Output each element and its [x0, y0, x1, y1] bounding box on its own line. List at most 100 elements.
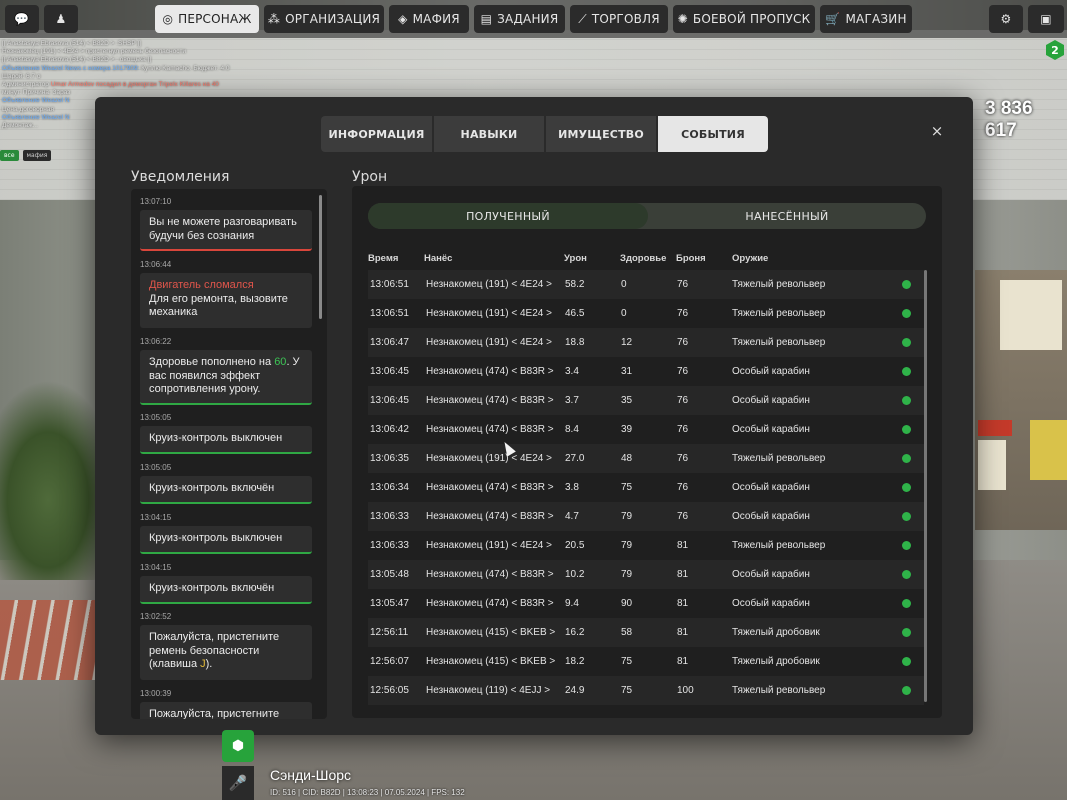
table-row[interactable]: 12:56:07 Незнакомец (415) < BKEB > 18.2 75 8…	[368, 647, 924, 676]
cell-health: 75	[621, 685, 633, 696]
info-dot-icon[interactable]	[902, 541, 911, 550]
table-row[interactable]: 13:06:35 Незнакомец (191) < 4E24 > 27.0 48 7…	[368, 444, 924, 473]
chat-line: Объявление Weazel News с номера 1017909:…	[2, 64, 230, 72]
cell-damage: 3.8	[565, 482, 579, 493]
info-dot-icon[interactable]	[902, 512, 911, 521]
table-row[interactable]: 13:06:34 Незнакомец (474) < B83R > 3.8 75 76…	[368, 473, 924, 502]
notification-text: Для его ремонта, вызовите механика	[149, 292, 288, 319]
nav-label: ОРГАНИЗАЦИЯ	[285, 12, 381, 26]
cell-health: 75	[621, 482, 633, 493]
cell-by: Незнакомец (474) < B83R >	[426, 424, 554, 435]
extra-window-button[interactable]: ▣	[1028, 5, 1064, 33]
info-dot-icon[interactable]	[902, 628, 911, 637]
cell-health: 58	[621, 627, 633, 638]
cell-damage: 58.2	[565, 279, 585, 290]
nav-shop-button[interactable]: 🛒 МАГАЗИН	[820, 5, 912, 33]
cell-damage: 3.4	[565, 366, 579, 377]
damage-table-scrollbar[interactable]	[924, 270, 927, 702]
cell-time: 13:05:48	[370, 569, 409, 580]
notifications-title: Уведомления	[131, 169, 230, 185]
cell-time: 12:56:11	[370, 627, 409, 638]
table-row[interactable]: 13:06:33 Незнакомец (191) < 4E24 > 20.5 79 8…	[368, 531, 924, 560]
tab-information[interactable]: ИНФОРМАЦИЯ	[321, 116, 432, 152]
top-navigation-bar: 💬 ♟ ◎ ПЕРСОНАЖ ⁂ ОРГАНИЗАЦИЯ ◈ МАФИЯ ▤ З…	[0, 0, 1067, 38]
cell-damage: 4.7	[565, 511, 579, 522]
org-icon: ⁂	[267, 12, 281, 26]
nav-tasks-button[interactable]: ▤ ЗАДАНИЯ	[474, 5, 565, 33]
table-row[interactable]: 13:06:45 Незнакомец (474) < B83R > 3.4 31 76…	[368, 357, 924, 386]
table-row[interactable]: 13:06:47 Незнакомец (191) < 4E24 > 18.8 12 7…	[368, 328, 924, 357]
person-icon: ♟	[55, 12, 67, 26]
nav-trade-button[interactable]: ⟋ ТОРГОВЛЯ	[570, 5, 668, 33]
notifications-panel[interactable]: 13:07:10 Вы не можете разговаривать буду…	[131, 189, 327, 719]
cart-icon: 🛒	[825, 12, 841, 26]
table-row[interactable]: 13:05:47 Незнакомец (474) < B83R > 9.4 90 81…	[368, 589, 924, 618]
profile-button[interactable]: ♟	[44, 5, 78, 33]
cell-damage: 16.2	[565, 627, 585, 638]
tab-skills[interactable]: НАВЫКИ	[434, 116, 544, 152]
cell-time: 13:06:34	[370, 482, 409, 493]
notification-body: Пожалуйста, пристегните ремень безопасно…	[140, 625, 312, 680]
notification-text: Вы не можете разговаривать будучи без со…	[140, 210, 312, 251]
damage-table-body[interactable]: 13:06:51 Незнакомец (191) < 4E24 > 58.2 0 76…	[368, 270, 924, 705]
chat-line: [[ Anastasiya Ebrasova (514) < B82D > :S…	[2, 40, 141, 47]
cell-health: 79	[621, 569, 633, 580]
info-dot-icon[interactable]	[902, 454, 911, 463]
notification-text: Круиз-контроль включён	[140, 576, 312, 604]
settings-button[interactable]: ⚙	[989, 5, 1023, 33]
segment-received-button[interactable]: ПОЛУЧЕННЫЙ	[368, 203, 648, 229]
cell-armor: 76	[677, 279, 689, 290]
chat-tabs: все мафия	[0, 150, 52, 161]
table-row[interactable]: 12:56:05 Незнакомец (119) < 4EJJ > 24.9 75 1…	[368, 676, 924, 705]
cell-weapon: Особый карабин	[732, 598, 810, 609]
tab-property[interactable]: ИМУЩЕСТВО	[546, 116, 656, 152]
info-dot-icon[interactable]	[902, 338, 911, 347]
info-dot-icon[interactable]	[902, 686, 911, 695]
notification-time: 13:00:39	[140, 689, 172, 698]
cell-weapon: Тяжелый револьвер	[732, 279, 826, 290]
damage-panel: ПОЛУЧЕННЫЙ НАНЕСЁННЫЙ Время Нанёс Урон З…	[352, 186, 942, 718]
notification-item: 13:00:39 Пожалуйста, пристегните	[140, 689, 312, 719]
notification-text: Круиз-контроль выключен	[140, 526, 312, 554]
column-header-by: Нанёс	[424, 253, 453, 264]
table-row[interactable]: 13:06:51 Незнакомец (191) < 4E24 > 46.5 0 76…	[368, 299, 924, 328]
nav-character-button[interactable]: ◎ ПЕРСОНАЖ	[155, 5, 259, 33]
notification-item: 13:05:05 Круиз-контроль выключен	[140, 413, 312, 454]
info-dot-icon[interactable]	[902, 367, 911, 376]
table-row[interactable]: 13:06:42 Незнакомец (474) < B83R > 8.4 39 76…	[368, 415, 924, 444]
chat-button[interactable]: 💬	[5, 5, 39, 33]
close-icon[interactable]: ×	[929, 122, 945, 140]
info-dot-icon[interactable]	[902, 570, 911, 579]
cell-armor: 76	[677, 482, 689, 493]
segment-dealt-button[interactable]: НАНЕСЁННЫЙ	[648, 203, 926, 229]
cell-health: 0	[621, 308, 627, 319]
info-dot-icon[interactable]	[902, 483, 911, 492]
nav-battle-pass-button[interactable]: ✺ БОЕВОЙ ПРОПУСК	[673, 5, 815, 33]
tab-events[interactable]: СОБЫТИЯ	[658, 116, 768, 152]
cell-armor: 81	[677, 598, 689, 609]
modal-tabs: ИНФОРМАЦИЯ НАВЫКИ ИМУЩЕСТВО СОБЫТИЯ	[321, 116, 768, 152]
cell-weapon: Тяжелый револьвер	[732, 685, 826, 696]
table-row[interactable]: 13:05:48 Незнакомец (474) < B83R > 10.2 79 8…	[368, 560, 924, 589]
cell-armor: 76	[677, 308, 689, 319]
nav-mafia-button[interactable]: ◈ МАФИЯ	[389, 5, 469, 33]
info-dot-icon[interactable]	[902, 396, 911, 405]
chat-tab-all[interactable]: все	[0, 150, 19, 161]
cell-time: 13:06:51	[370, 308, 409, 319]
info-dot-icon[interactable]	[902, 280, 911, 289]
cell-time: 13:06:45	[370, 395, 409, 406]
chat-tab-mafia[interactable]: мафия	[22, 150, 52, 161]
table-row[interactable]: 12:56:11 Незнакомец (415) < BKEB > 16.2 58 8…	[368, 618, 924, 647]
table-row[interactable]: 13:06:51 Незнакомец (191) < 4E24 > 58.2 0 76…	[368, 270, 924, 299]
info-dot-icon[interactable]	[902, 657, 911, 666]
cell-armor: 81	[677, 569, 689, 580]
info-dot-icon[interactable]	[902, 309, 911, 318]
notifications-scrollbar[interactable]	[319, 195, 322, 319]
nav-organization-button[interactable]: ⁂ ОРГАНИЗАЦИЯ	[264, 5, 384, 33]
info-dot-icon[interactable]	[902, 599, 911, 608]
info-dot-icon[interactable]	[902, 425, 911, 434]
table-row[interactable]: 13:06:33 Незнакомец (474) < B83R > 4.7 79 76…	[368, 502, 924, 531]
gear-icon: ⚙	[1000, 12, 1012, 26]
table-row[interactable]: 13:06:45 Незнакомец (474) < B83R > 3.7 35 76…	[368, 386, 924, 415]
cell-time: 12:56:07	[370, 656, 409, 667]
